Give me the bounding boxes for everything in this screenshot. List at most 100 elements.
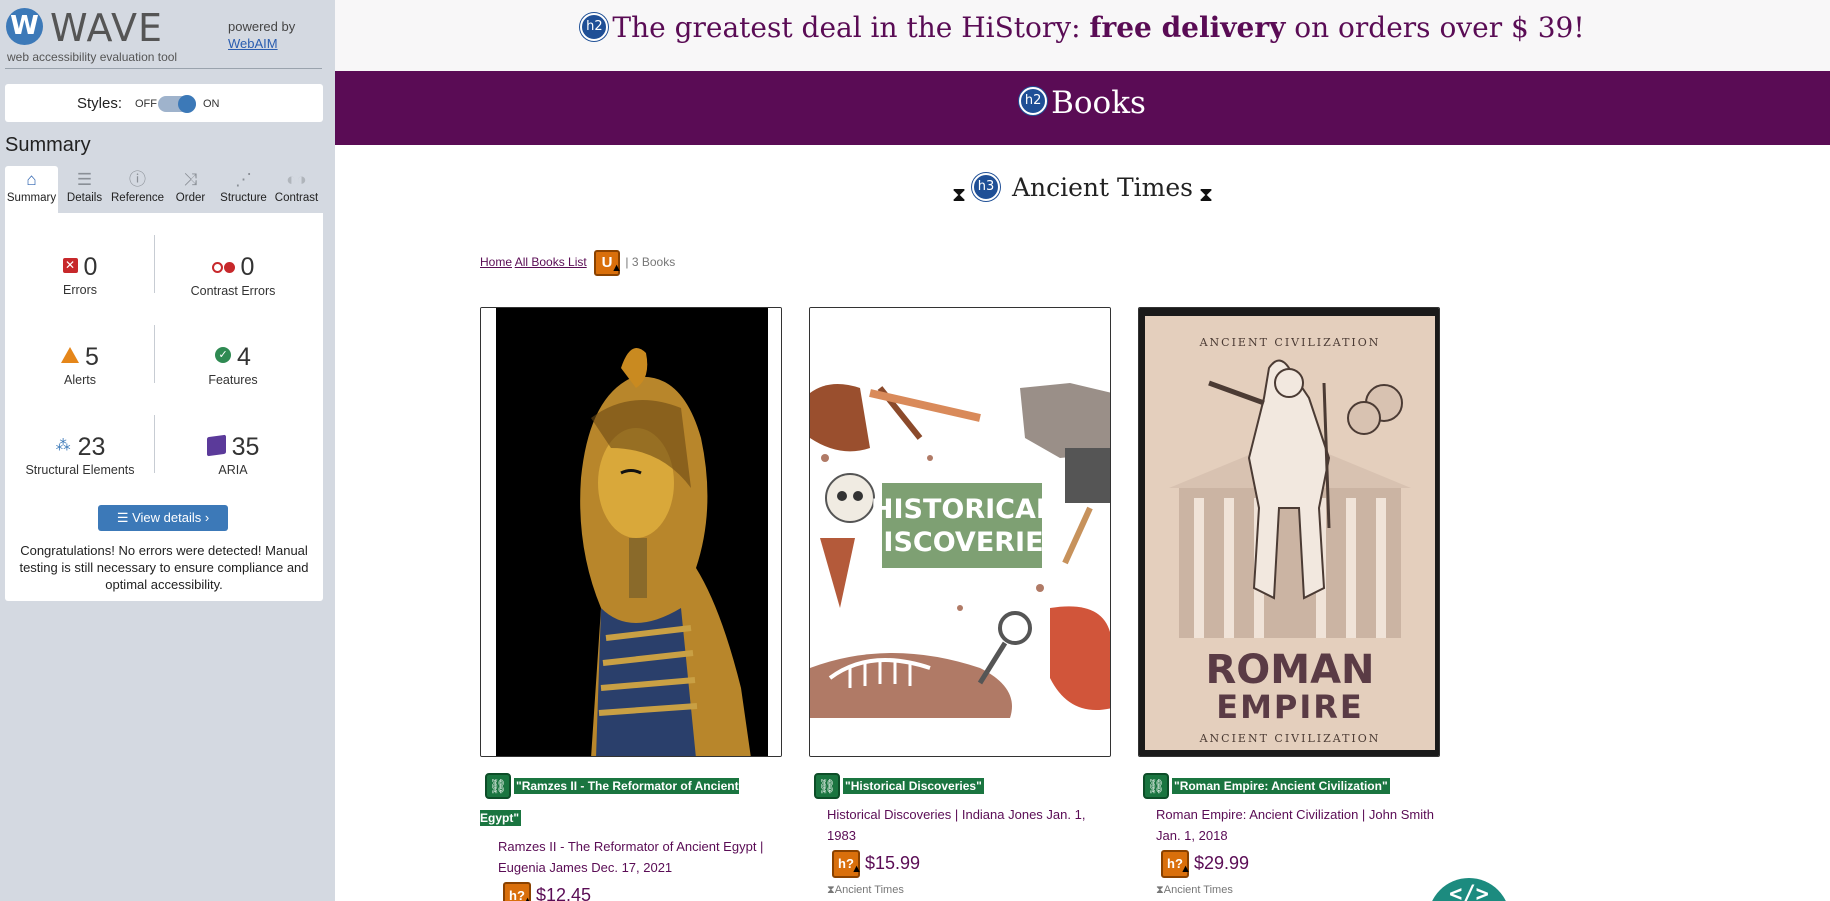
promo-prefix: The greatest deal in the HiStory:: [612, 11, 1090, 44]
alerts-stat[interactable]: 5 Alerts: [5, 343, 155, 387]
cover-title-line-1: ROMAN: [1205, 647, 1374, 693]
book-title-link[interactable]: "Ramzes II - The Reformator of Ancient E…: [480, 778, 739, 826]
tab-summary[interactable]: ⌂ Summary: [5, 166, 58, 213]
underline-alert-icon[interactable]: U ▲: [594, 250, 623, 276]
book-title-link[interactable]: "Roman Empire: Ancient Civilization": [1172, 778, 1390, 794]
home-icon: ⌂: [26, 170, 37, 189]
historical-discoveries-illustration: HISTORICAL DISCOVERIES: [810, 308, 1110, 756]
errors-count: 0: [83, 253, 98, 281]
features-label: Features: [208, 373, 258, 387]
roman-empire-illustration: ANCIENT CIVILIZATION ROMAN EMPIRE ANCIEN…: [1139, 308, 1439, 756]
cover-title-line-1: HISTORICAL: [871, 494, 1053, 525]
tab-details[interactable]: ☰ Details: [58, 166, 111, 213]
wave-logo-text[interactable]: WAVE: [50, 6, 163, 50]
structural-stat[interactable]: ⁂ 23 Structural Elements: [5, 433, 155, 477]
styles-toggle-box: Styles: OFF ON: [5, 84, 323, 122]
breadcrumb: Home All Books List U ▲ | 3 Books: [480, 250, 675, 276]
warning-icon: ▲: [851, 863, 862, 875]
tab-structure[interactable]: ⋰ Structure: [217, 166, 270, 213]
hourglass-icon: ⧗: [1199, 181, 1214, 206]
book-title-link-row: ⛓ "Historical Discoveries": [809, 770, 1111, 802]
link-feature-icon[interactable]: ⛓: [1143, 772, 1169, 799]
aria-stat[interactable]: 35 ARIA: [158, 433, 308, 477]
structure-icon: ⁂: [55, 436, 71, 454]
link-feature-icon[interactable]: ⛓: [814, 772, 840, 799]
structural-label: Structural Elements: [25, 463, 135, 477]
warning-icon: ▲: [611, 262, 623, 274]
aria-count: 35: [231, 433, 260, 461]
view-details-button[interactable]: ☰ View details ›: [98, 505, 228, 531]
book-meta: Historical Discoveries | Indiana Jones J…: [827, 807, 1086, 843]
congrats-message: Congratulations! No errors were detected…: [19, 543, 309, 592]
styles-on-label: ON: [203, 98, 220, 110]
price-row: h? ▲ $29.99: [1138, 850, 1440, 878]
wave-sidebar: W WAVE web accessibility evaluation tool…: [0, 0, 335, 901]
h3-badge-icon[interactable]: h3: [972, 172, 1000, 201]
book-title-link-row: ⛓ "Ramzes II - The Reformator of Ancient …: [480, 770, 782, 834]
code-view-button[interactable]: </>: [1428, 878, 1510, 901]
pharaoh-mask-illustration: [481, 308, 781, 756]
alerts-label: Alerts: [64, 373, 96, 387]
styles-toggle[interactable]: [158, 95, 196, 113]
book-title-link[interactable]: "Historical Discoveries": [843, 778, 984, 794]
breadcrumb-all-books-link[interactable]: All Books List: [515, 255, 587, 269]
book-category: ⧗Ancient Times: [809, 884, 1111, 897]
summary-title: Summary: [5, 134, 91, 156]
list-icon: ☰: [76, 170, 93, 189]
tab-structure-label: Structure: [220, 192, 267, 204]
possible-heading-alert-icon[interactable]: h? ▲: [1161, 850, 1191, 878]
h2-badge-icon[interactable]: h2: [580, 12, 609, 41]
features-count: 4: [237, 343, 251, 371]
hourglass-icon: ⧗: [827, 884, 835, 896]
possible-heading-alert-icon[interactable]: h? ▲: [503, 882, 533, 901]
wave-tagline: web accessibility evaluation tool: [7, 50, 178, 64]
powered-by-label: powered by: [228, 19, 296, 34]
book-card[interactable]: ANCIENT CIVILIZATION ROMAN EMPIRE ANCIEN…: [1138, 307, 1440, 897]
tab-contrast[interactable]: ◐◑ Contrast: [270, 166, 323, 213]
alerts-count: 5: [85, 343, 99, 371]
contrast-errors-stat[interactable]: 0 Contrast Errors: [158, 253, 308, 298]
pharaoh-mask-image[interactable]: [480, 307, 782, 757]
wave-header: W WAVE web accessibility evaluation tool…: [0, 0, 335, 70]
cover-top-text: ANCIENT CIVILIZATION: [1199, 336, 1381, 349]
aria-icon: [206, 434, 226, 457]
book-meta: Ramzes II - The Reformator of Ancient Eg…: [498, 839, 764, 875]
book-price: $15.99: [865, 852, 921, 873]
tab-reference[interactable]: ⓘ Reference: [111, 166, 164, 213]
header-divider: [5, 68, 322, 69]
book-price: $12.45: [536, 884, 592, 901]
features-stat[interactable]: ✓ 4 Features: [158, 343, 308, 387]
books-count: | 3 Books: [625, 255, 676, 270]
styles-label: Styles:: [77, 95, 123, 112]
link-feature-icon[interactable]: ⛓: [485, 772, 511, 799]
h2-badge-icon[interactable]: h2: [1019, 86, 1048, 115]
errors-stat[interactable]: ✕ 0 Errors: [5, 253, 155, 297]
tab-reference-label: Reference: [111, 192, 165, 204]
tab-order-label: Order: [175, 192, 206, 204]
promo-suffix: on orders over $ 39!: [1285, 11, 1585, 44]
book-price: $29.99: [1194, 852, 1250, 873]
styles-off-label: OFF: [135, 98, 157, 110]
promo-heading: h2 The greatest deal in the HiStory: free…: [335, 0, 1830, 71]
error-icon: ✕: [62, 257, 78, 273]
contrast-error-icon: [211, 251, 235, 280]
tab-contrast-label: Contrast: [274, 192, 319, 204]
page-content: h2 The greatest deal in the HiStory: free…: [335, 0, 1830, 901]
breadcrumb-home-link[interactable]: Home: [480, 255, 512, 269]
feature-check-icon: ✓: [215, 347, 232, 364]
possible-heading-alert-icon[interactable]: h? ▲: [832, 850, 862, 878]
webaim-link[interactable]: WebAIM: [228, 36, 278, 51]
book-card[interactable]: HISTORICAL DISCOVERIES ⛓ "Historical Disc…: [809, 307, 1111, 897]
promo-bold: free delivery: [1089, 11, 1286, 44]
book-card[interactable]: ⛓ "Ramzes II - The Reformator of Ancient …: [480, 307, 782, 901]
alert-icon: [61, 347, 80, 364]
toggle-knob[interactable]: [178, 95, 196, 113]
wave-logo-icon[interactable]: W: [6, 8, 43, 45]
roman-empire-image[interactable]: ANCIENT CIVILIZATION ROMAN EMPIRE ANCIEN…: [1138, 307, 1440, 757]
historical-discoveries-image[interactable]: HISTORICAL DISCOVERIES: [809, 307, 1111, 757]
order-icon: ⤨: [183, 170, 198, 189]
aria-label: ARIA: [218, 463, 248, 477]
info-icon: ⓘ: [129, 170, 146, 189]
tab-order[interactable]: ⤨ Order: [164, 166, 217, 213]
hourglass-icon: ⧗: [1156, 884, 1164, 896]
